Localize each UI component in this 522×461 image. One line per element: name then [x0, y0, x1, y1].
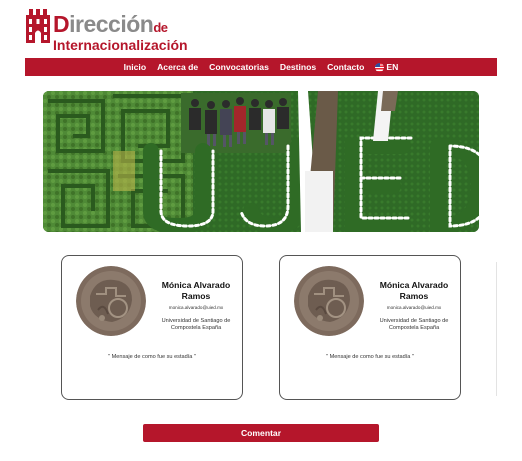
- avatar: [76, 266, 146, 336]
- site-logo[interactable]: Direcciónde Internacionalización: [26, 9, 196, 53]
- nav-item-acerca-de[interactable]: Acerca de: [157, 62, 198, 72]
- language-switch[interactable]: EN: [375, 62, 398, 72]
- person-name: Mónica Alvarado Ramos: [161, 280, 231, 301]
- next-card-edge: [496, 262, 497, 396]
- nav-item-inicio[interactable]: Inicio: [124, 62, 146, 72]
- nav-item-convocatorias[interactable]: Convocatorias: [209, 62, 269, 72]
- logo-subtitle: Internacionalización: [53, 37, 188, 53]
- main-nav: Inicio Acerca de Convocatorias Destinos …: [25, 58, 497, 76]
- testimonial-card: Mónica Alvarado Ramos monica.alvarado@ui…: [279, 255, 461, 400]
- person-email: monica.alvarado@uied.mx: [168, 305, 224, 310]
- bronze-medallion-image: [294, 266, 364, 336]
- testimonial-card: Mónica Alvarado Ramos monica.alvarado@ui…: [61, 255, 243, 400]
- group-people: [181, 93, 291, 153]
- nav-item-destinos[interactable]: Destinos: [280, 62, 316, 72]
- hero-photo: [43, 91, 479, 232]
- comment-button[interactable]: Comentar: [143, 424, 379, 442]
- testimonial-message: " Mensaje de como fue su estadía ": [326, 354, 414, 360]
- person-name: Mónica Alvarado Ramos: [379, 280, 449, 301]
- avatar: [294, 266, 364, 336]
- hero-image: [43, 91, 479, 232]
- logo-title: Direcciónde: [53, 11, 168, 37]
- person-email: monica.alvarado@uied.mx: [386, 305, 442, 310]
- language-label: EN: [386, 62, 399, 72]
- nav-item-contacto[interactable]: Contacto: [327, 62, 364, 72]
- testimonial-message: " Mensaje de como fue su estadía ": [108, 354, 196, 360]
- person-university: Universidad de Santiago de Compostela Es…: [379, 318, 449, 331]
- university-emblem-icon: [26, 9, 50, 43]
- person-university: Universidad de Santiago de Compostela Es…: [161, 318, 231, 331]
- us-flag-icon: [375, 62, 385, 72]
- bronze-medallion-image: [76, 266, 146, 336]
